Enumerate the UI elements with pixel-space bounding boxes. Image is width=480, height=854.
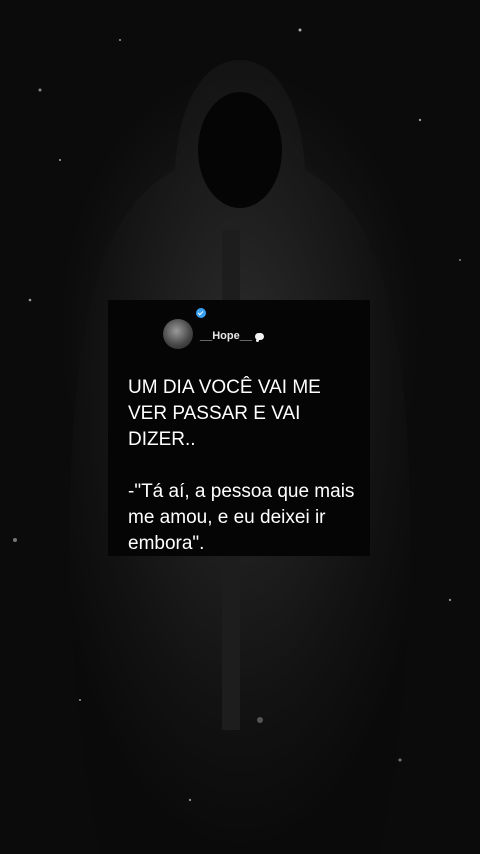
quote-line: DIZER..	[128, 429, 196, 450]
quote-line: VER PASSAR E VAI	[128, 403, 301, 424]
speech-bubble-icon	[254, 332, 264, 342]
quote-card: __Hope__ UM DIA VOCÊ VAI ME VER PASSAR E…	[108, 300, 370, 556]
username: __Hope__	[200, 330, 252, 342]
quote-line: -"Tá aí, a pessoa que mais	[128, 481, 355, 502]
avatar[interactable]	[163, 319, 193, 349]
quote-line: embora".	[128, 533, 205, 554]
quote-line: me amou, e eu deixei ir	[128, 507, 326, 528]
quote-text: UM DIA VOCÊ VAI ME VER PASSAR E VAI DIZE…	[128, 375, 363, 557]
username-row[interactable]: __Hope__	[200, 330, 264, 342]
quote-line: UM DIA VOCÊ VAI ME	[128, 377, 321, 398]
verified-badge-icon	[196, 308, 206, 318]
